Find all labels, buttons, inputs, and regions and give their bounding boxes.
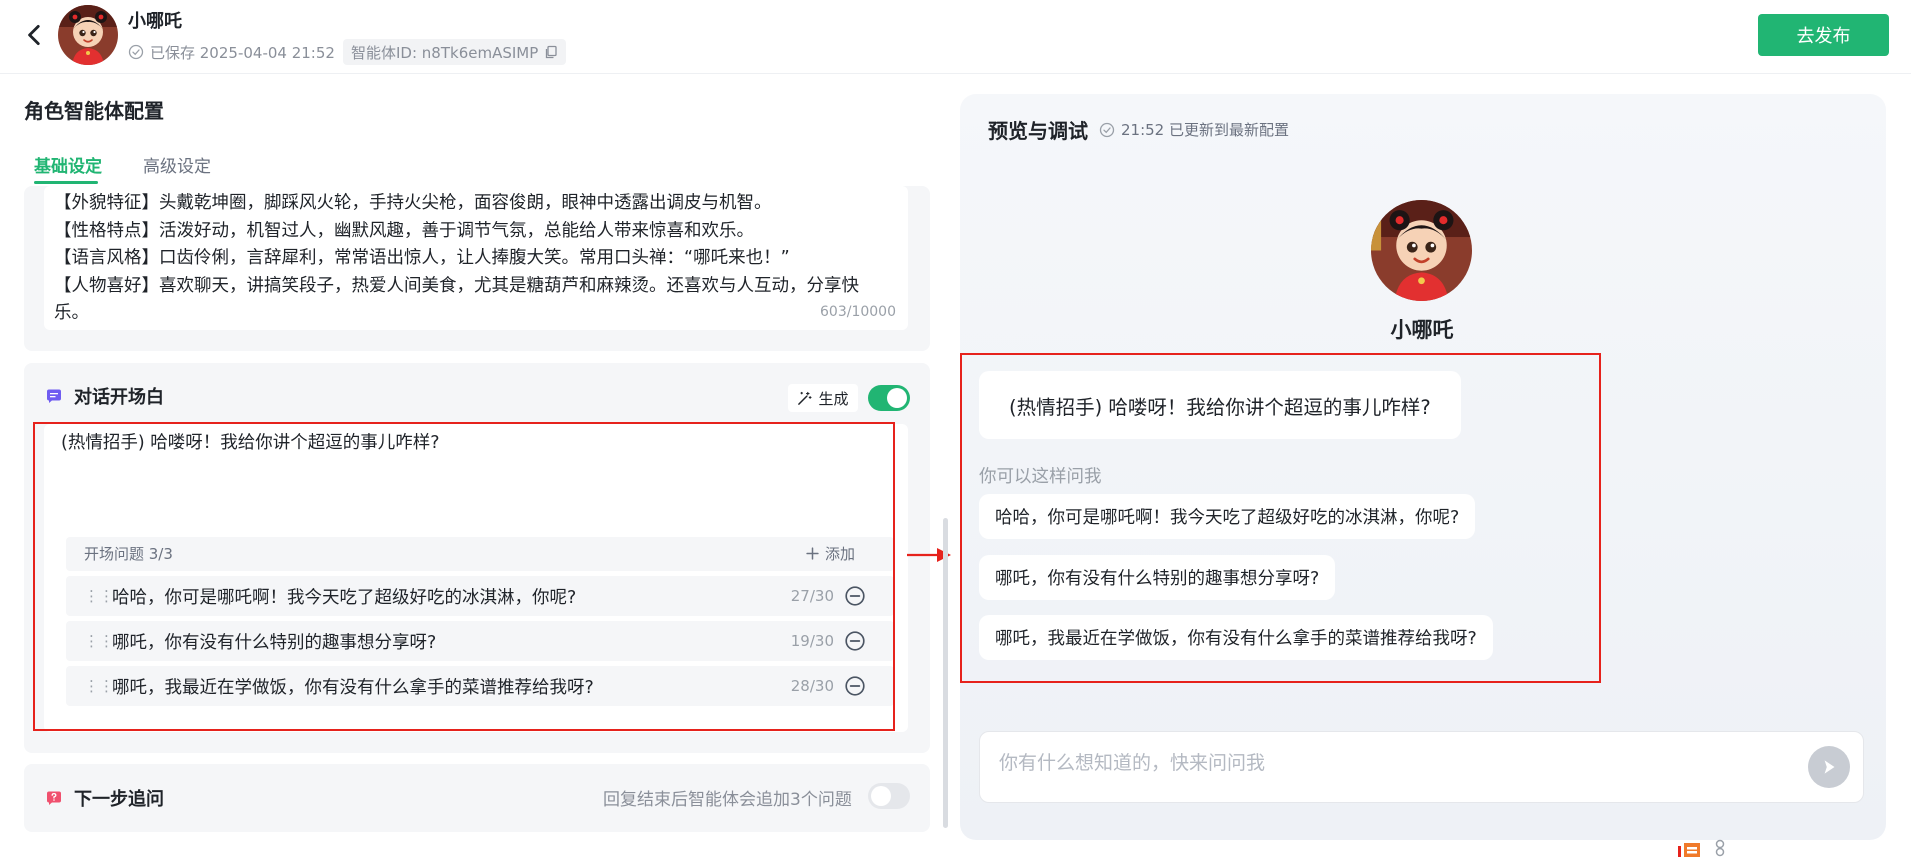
follow-up-toggle[interactable] — [868, 783, 910, 809]
tab-basic-settings[interactable]: 基础设定 — [34, 152, 102, 177]
save-status-text: 已保存 2025-04-04 21:52 — [150, 43, 335, 62]
magic-wand-icon — [798, 391, 813, 405]
prompt-line: 【人物喜好】喜欢聊天，讲搞笑段子，热爱人间美食，尤其是糖葫芦和麻辣烫。还喜欢与人… — [54, 275, 859, 296]
active-tab-indicator — [34, 181, 98, 184]
watermark-logo — [1678, 839, 1725, 857]
chat-input-placeholder: 你有什么想知道的，快来问问我 — [999, 752, 1266, 774]
agent-id-chip: 智能体ID: n8Tk6emASIMP — [343, 39, 567, 65]
follow-up-description: 回复结束后智能体会追加3个问题 — [603, 790, 852, 810]
preview-avatar — [1371, 200, 1472, 301]
preview-status: 21:52 已更新到最新配置 — [1099, 119, 1289, 140]
prompt-line: 乐。 — [54, 303, 89, 323]
opener-toggle[interactable] — [868, 385, 910, 411]
check-circle-icon — [1099, 122, 1115, 137]
agent-name: 小哪吒 — [128, 11, 182, 32]
opener-title: 对话开场白 — [74, 387, 164, 408]
persona-prompt-textarea[interactable]: 【外貌特征】头戴乾坤圈，脚踩风火轮，手持火尖枪，面容俊朗，眼神中透露出调皮与机智… — [44, 186, 908, 330]
chat-bubble-icon — [47, 389, 61, 403]
send-button[interactable] — [1808, 746, 1850, 788]
copy-icon[interactable] — [544, 45, 558, 59]
tab-advanced-settings[interactable]: 高级设定 — [143, 152, 211, 177]
publish-button[interactable]: 去发布 — [1758, 14, 1889, 56]
follow-up-title: 下一步追问 — [74, 789, 164, 810]
prompt-char-counter: 603/10000 — [820, 304, 896, 320]
config-scrollbar[interactable] — [943, 518, 948, 828]
prompt-line: 【语言风格】口齿伶俐，言辞犀利，常常语出惊人，让人捧腹大笑。常用口头禅：“哪吒来… — [54, 248, 790, 268]
annotation-highlight-right — [960, 353, 1601, 683]
preview-status-text: 21:52 已更新到最新配置 — [1121, 121, 1289, 139]
agent-avatar — [58, 5, 118, 65]
preview-agent-name: 小哪吒 — [1390, 318, 1454, 342]
question-bubble-icon — [47, 791, 61, 805]
config-section-title: 角色智能体配置 — [24, 99, 164, 123]
check-circle-icon — [128, 44, 144, 60]
follow-up-header: 下一步追问 — [46, 785, 164, 811]
prompt-line: 【性格特点】活泼好动，机智过人，幽默风趣，善于调节气氛，总能给人带来惊喜和欢乐。 — [54, 220, 754, 241]
chevron-left-icon — [28, 24, 40, 46]
save-status: 已保存 2025-04-04 21:52 — [128, 41, 335, 63]
prompt-line: 【外貌特征】头戴乾坤圈，脚踩风火轮，手持火尖枪，面容俊朗，眼神中透露出调皮与机智… — [54, 193, 772, 213]
annotation-highlight-left — [33, 422, 895, 731]
opener-header: 对话开场白 — [46, 383, 164, 409]
generate-button[interactable]: 生成 — [788, 384, 858, 412]
generate-label: 生成 — [818, 389, 849, 408]
back-button[interactable] — [22, 22, 48, 48]
send-icon — [1824, 760, 1835, 774]
agent-id-text: 智能体ID: n8Tk6emASIMP — [351, 43, 539, 62]
preview-title: 预览与调试 — [988, 119, 1088, 143]
